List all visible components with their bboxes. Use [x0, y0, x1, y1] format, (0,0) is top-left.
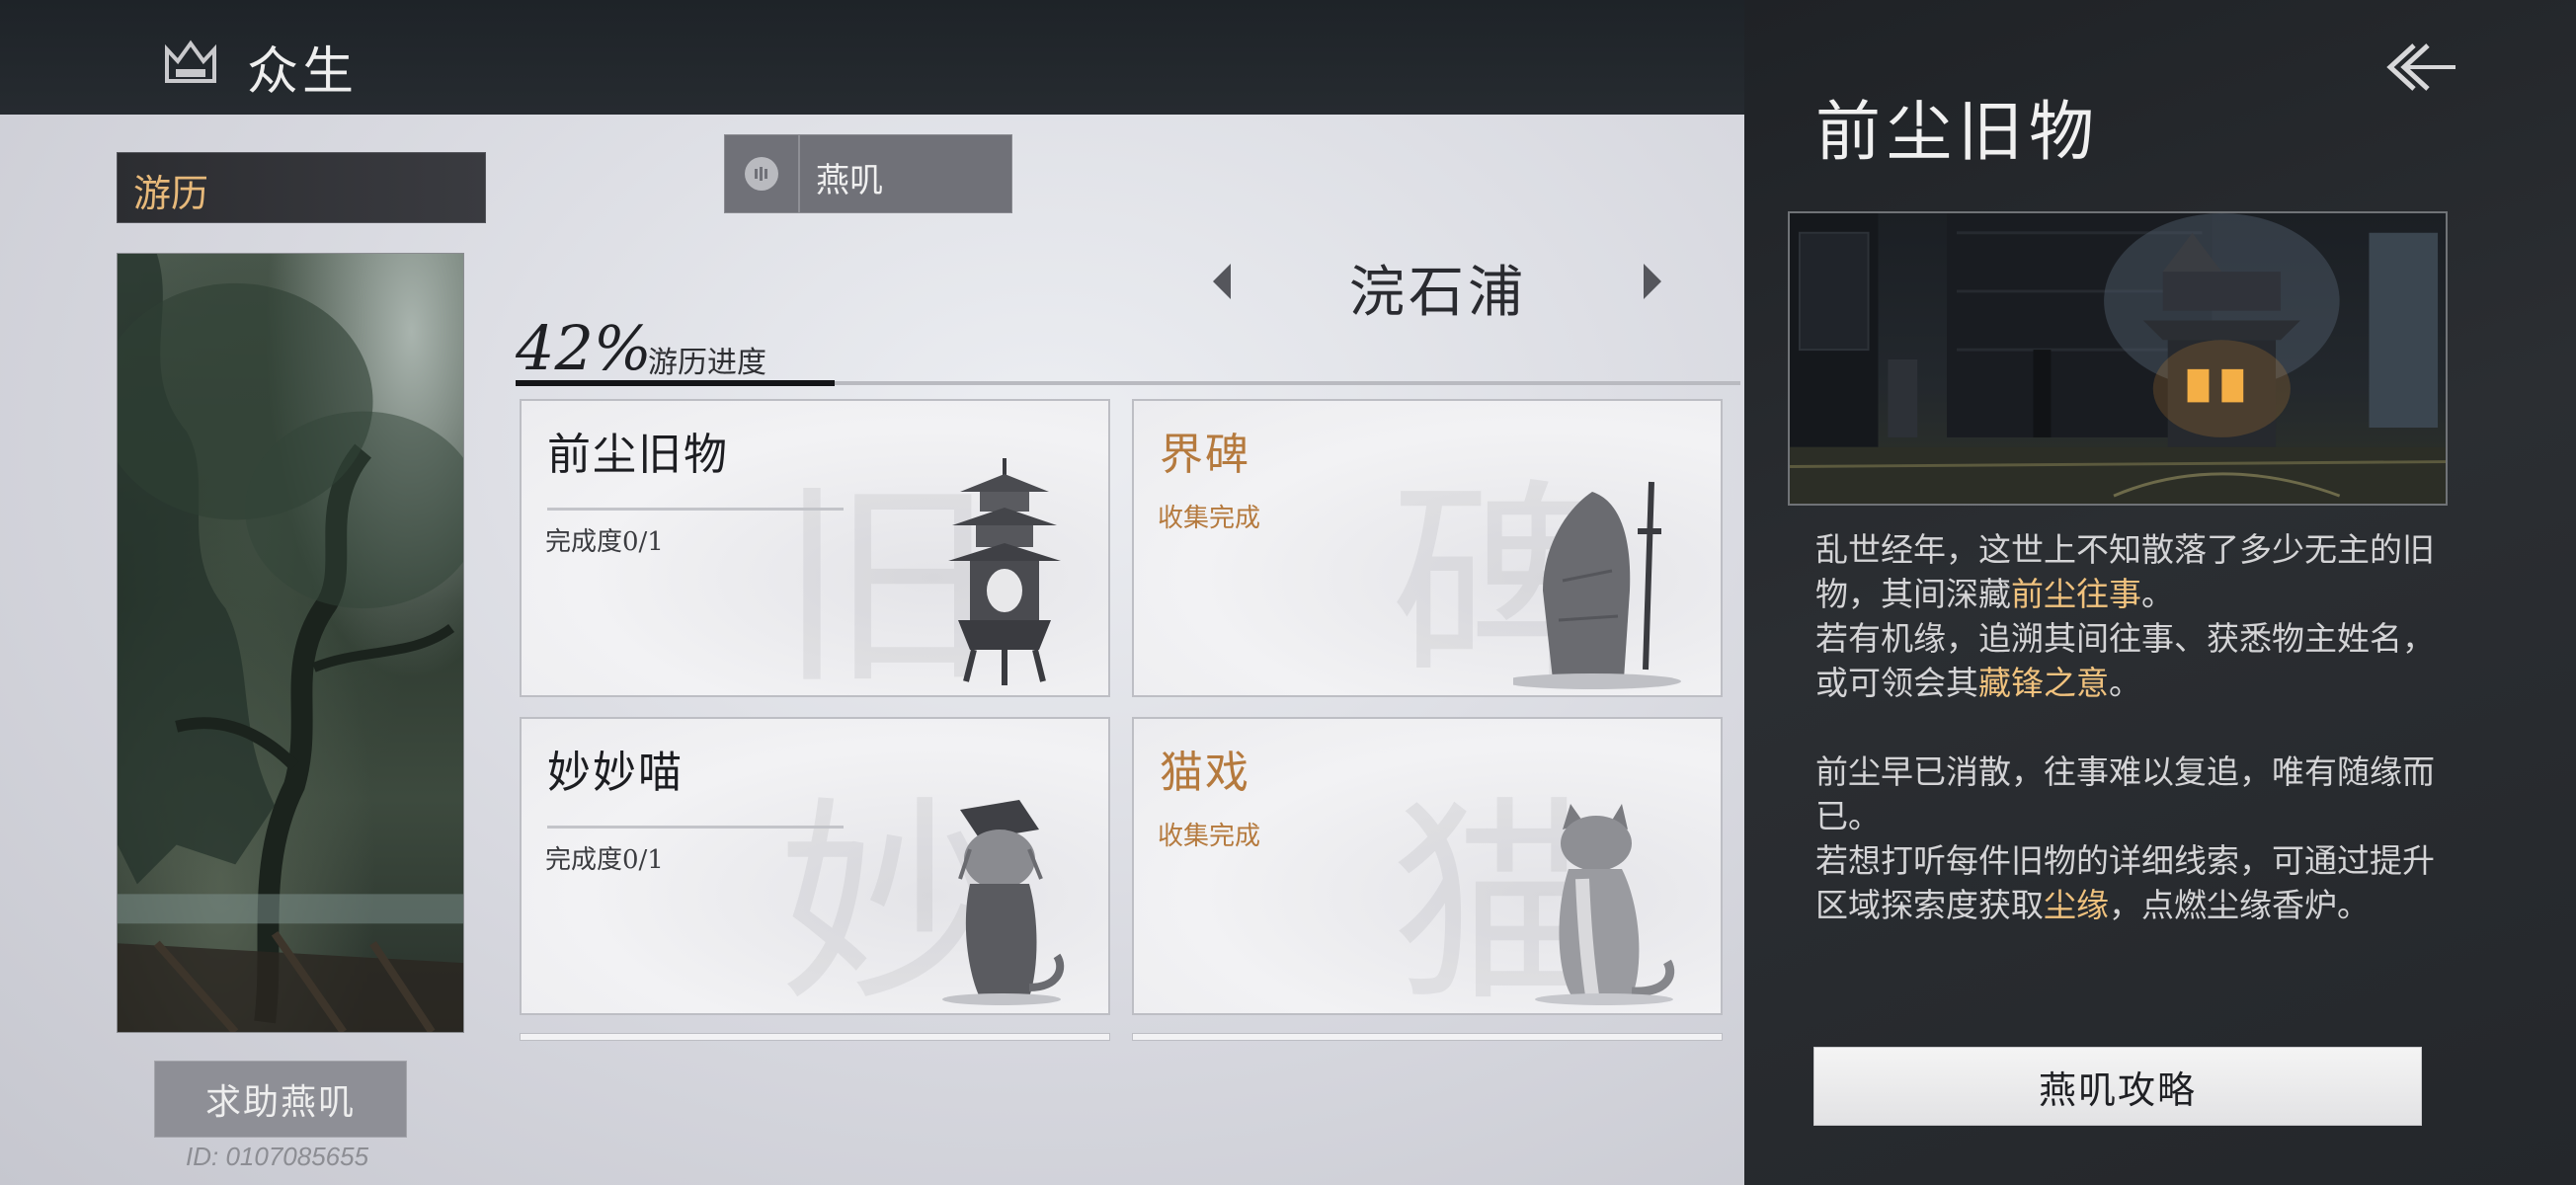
character-filter-button[interactable]: 燕叽 — [724, 134, 1012, 213]
character-filter-label: 燕叽 — [816, 161, 883, 200]
card-divider — [547, 508, 844, 511]
card-title: 妙妙喵 — [547, 748, 684, 798]
item-preview-image — [1788, 211, 2448, 506]
main-area: 游历 求助燕叽 ID: 0107085655 燕叽 浣石浦 42% 游历进度 旧… — [0, 115, 1744, 1185]
progress-bar-fill — [516, 380, 835, 386]
card-maoxi[interactable]: 猫 猫戏 收集完成 — [1132, 717, 1723, 1015]
description-paragraph-4: 若想打听每件旧物的详细线索，可通过提升区域探索度获取尘缘，点燃尘缘香炉。 — [1815, 838, 2448, 927]
card-status: 收集完成 — [1158, 822, 1261, 851]
card-row-peek — [520, 1033, 1110, 1041]
sitting-cat-icon — [1535, 804, 1675, 1005]
guide-button[interactable]: 燕叽攻略 — [1813, 1047, 2422, 1126]
card-title: 前尘旧物 — [547, 430, 729, 480]
back-arrow-icon[interactable] — [2380, 40, 2459, 95]
highlighted-text: 前尘往事 — [2011, 575, 2141, 613]
tab-youli-label: 游历 — [133, 172, 209, 215]
voice-icon — [725, 135, 800, 212]
pagoda-incense-burner-icon — [948, 458, 1061, 685]
region-scene-image — [117, 253, 464, 1033]
player-id: ID: 0107085655 — [186, 1142, 369, 1171]
detail-title: 前尘旧物 — [1815, 94, 2100, 170]
card-qianchen-jiuwu[interactable]: 旧 前尘旧物 完成度0/1 — [520, 399, 1110, 697]
guide-button-label: 燕叽攻略 — [2038, 1067, 2197, 1112]
card-status: 完成度0/1 — [545, 527, 664, 557]
detail-description: 乱世经年，这世上不知散落了多少无主的旧物，其间深藏前尘往事。 若有机缘，追溯其间… — [1815, 527, 2448, 927]
card-title: 猫戏 — [1160, 748, 1250, 798]
card-row-peek — [1132, 1033, 1723, 1041]
highlighted-text: 尘缘 — [2044, 886, 2109, 924]
description-text: ，点燃尘缘香炉。 — [2109, 886, 2370, 924]
progress-bar — [516, 380, 1740, 386]
description-paragraph-2: 若有机缘，追溯其间往事、获悉物主姓名，或可领会其藏锋之意。 — [1815, 616, 2448, 705]
description-paragraph-1: 乱世经年，这世上不知散落了多少无主的旧物，其间深藏前尘往事。 — [1815, 527, 2448, 616]
detail-panel: 前尘旧物 乱世经年，这世上不知散落了多少无主的旧物，其间深藏前尘往事。 若有机缘… — [1744, 0, 2576, 1185]
highlighted-text: 藏锋之意 — [1978, 664, 2109, 702]
stone-tablet-sword-icon — [1513, 481, 1681, 689]
next-region-arrow-icon[interactable] — [1644, 264, 1661, 299]
prev-region-arrow-icon[interactable] — [1213, 264, 1231, 299]
top-bar: 众生 — [0, 0, 1744, 115]
card-title: 界碑 — [1160, 430, 1250, 480]
description-text: 。 — [2141, 575, 2174, 613]
description-paragraph-3: 前尘早已消散，往事难以复追，唯有随缘而已。 — [1815, 750, 2448, 838]
card-status: 收集完成 — [1158, 504, 1261, 533]
cat-in-hat-icon — [942, 800, 1065, 1005]
help-button[interactable]: 求助燕叽 — [154, 1061, 407, 1138]
description-text: 前尘早已消散，往事难以复追，唯有随缘而已。 — [1815, 752, 2435, 835]
help-button-label: 求助燕叽 — [204, 1082, 356, 1123]
card-miaomiaomiao[interactable]: 妙 妙妙喵 完成度0/1 — [520, 717, 1110, 1015]
progress-percent: 42% — [516, 312, 652, 384]
progress-label: 游历进度 — [648, 346, 766, 380]
crown-icon — [165, 40, 216, 83]
region-name: 浣石浦 — [1349, 261, 1527, 325]
page-title: 众生 — [247, 42, 359, 102]
card-divider — [547, 826, 844, 829]
region-navigator: 浣石浦 — [1205, 238, 1669, 327]
description-text: 。 — [2109, 664, 2141, 702]
card-status: 完成度0/1 — [545, 845, 664, 875]
card-jiebei[interactable]: 碑 界碑 收集完成 — [1132, 399, 1723, 697]
tab-youli[interactable]: 游历 — [117, 152, 486, 223]
